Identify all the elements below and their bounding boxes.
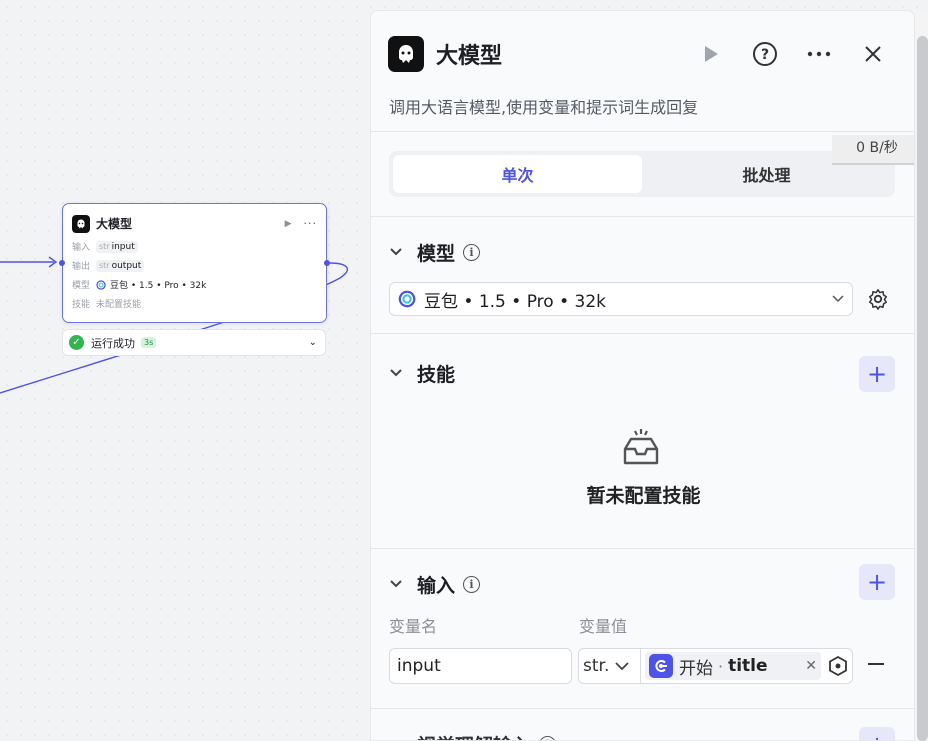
- gear-icon[interactable]: [867, 288, 889, 310]
- more-options-button[interactable]: [804, 39, 834, 69]
- node-row-output: 输出 str output: [63, 256, 326, 275]
- panel-title: 大模型: [436, 44, 503, 69]
- chevron-down-icon[interactable]: [389, 737, 403, 740]
- svg-text:?: ?: [761, 47, 769, 63]
- variable-value-field[interactable]: str. 开始 · title ✕: [578, 648, 853, 684]
- info-icon[interactable]: i: [463, 244, 481, 261]
- start-node-icon: [649, 654, 673, 678]
- chevron-down-icon[interactable]: ⌄: [309, 337, 317, 348]
- panel-logo-icon: [388, 36, 424, 72]
- divider: [371, 131, 914, 132]
- vision-input-section-header[interactable]: 视觉理解输入 i: [389, 731, 557, 740]
- column-label-name: 变量名: [389, 617, 438, 636]
- info-icon[interactable]: i: [463, 576, 481, 593]
- variable-name-input[interactable]: input: [389, 648, 572, 684]
- column-label-value: 变量值: [579, 617, 628, 636]
- model-section-title: 模型: [417, 243, 456, 265]
- doubao-icon: [96, 279, 106, 290]
- canvas-edges: [0, 256, 349, 394]
- tab-single[interactable]: 单次: [393, 155, 642, 193]
- run-status-text: 运行成功: [91, 336, 135, 350]
- success-check-icon: ✓: [69, 335, 84, 350]
- clear-reference-icon[interactable]: ✕: [805, 658, 817, 674]
- run-button[interactable]: [696, 39, 726, 69]
- run-time-badge: 3s: [141, 337, 157, 348]
- node-row-input: 输入 str input: [63, 237, 326, 256]
- input-section-header[interactable]: 输入 i: [389, 571, 481, 598]
- skills-section-title: 技能: [417, 364, 456, 386]
- node-config-panel: 大模型 ? 调用大语言模型,使用变量和提示词生成回复 单次 批处理 0 B/秒 …: [370, 10, 915, 741]
- node-row-model: 模型 豆包 • 1.5 • Pro • 32k: [72, 279, 207, 291]
- output-port[interactable]: [324, 260, 330, 266]
- add-vision-input-button[interactable]: +: [859, 727, 895, 740]
- doubao-icon: [398, 290, 416, 308]
- node-logo-icon: [72, 214, 90, 233]
- skills-section-header[interactable]: 技能: [389, 360, 455, 387]
- info-icon[interactable]: i: [539, 736, 557, 740]
- input-port[interactable]: [59, 260, 65, 266]
- node-more-icon[interactable]: ···: [304, 217, 318, 230]
- run-status-bar[interactable]: ✓ 运行成功 3s ⌄: [62, 329, 326, 356]
- variable-settings-icon[interactable]: [827, 655, 849, 677]
- add-input-button[interactable]: +: [859, 564, 895, 600]
- remove-input-button[interactable]: [868, 663, 884, 665]
- variable-type-select[interactable]: str.: [579, 649, 641, 683]
- run-mode-tabs: 单次 批处理: [389, 151, 895, 197]
- panel-scrollbar-thumb[interactable]: [917, 36, 928, 741]
- panel-description: 调用大语言模型,使用变量和提示词生成回复: [389, 98, 699, 117]
- divider: [371, 216, 914, 217]
- skills-empty-text: 暂未配置技能: [586, 485, 701, 507]
- node-row-skills: 技能 未配置技能: [72, 300, 142, 310]
- add-skill-button[interactable]: +: [859, 356, 895, 392]
- empty-inbox-icon: [623, 429, 659, 465]
- chevron-down-icon[interactable]: [389, 245, 403, 261]
- help-button[interactable]: ?: [750, 39, 780, 69]
- variable-reference-chip[interactable]: 开始 · title ✕: [645, 652, 821, 680]
- model-section-header[interactable]: 模型 i: [389, 239, 481, 266]
- model-select-value: 豆包 • 1.5 • Pro • 32k: [424, 291, 606, 312]
- divider: [371, 708, 914, 709]
- divider: [371, 333, 914, 334]
- chevron-down-icon[interactable]: [389, 577, 403, 593]
- node-title: 大模型: [96, 217, 133, 231]
- input-section-title: 输入: [417, 575, 456, 597]
- panel-header: 大模型 ?: [388, 36, 894, 72]
- divider: [371, 548, 914, 549]
- chevron-down-icon: [832, 292, 844, 306]
- llm-node-card[interactable]: 大模型 ▶ ··· 输入 str input 输出 str output 模型 豆包…: [59, 203, 330, 323]
- network-speed-badge: 0 B/秒: [832, 135, 914, 165]
- node-run-icon[interactable]: ▶: [285, 219, 292, 229]
- vision-input-section-title: 视觉理解输入: [417, 731, 531, 740]
- chevron-down-icon[interactable]: [389, 366, 403, 382]
- chevron-down-icon: [615, 661, 629, 670]
- close-button[interactable]: [858, 39, 888, 69]
- node-header: 大模型 ▶ ···: [63, 204, 326, 234]
- model-select[interactable]: 豆包 • 1.5 • Pro • 32k: [389, 282, 853, 316]
